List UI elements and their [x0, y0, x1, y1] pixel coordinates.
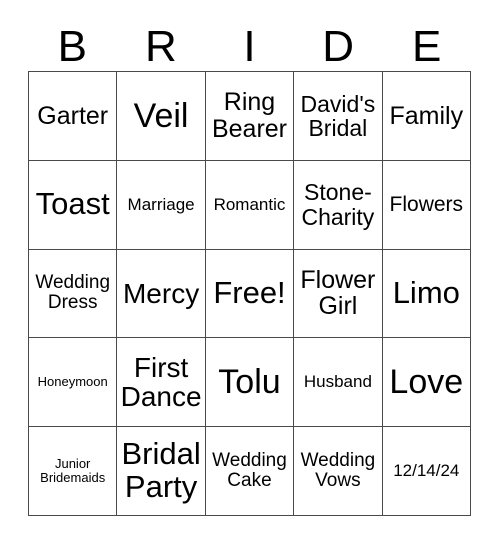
bingo-cell-r2c2[interactable]: Marriage	[117, 160, 206, 250]
bingo-cell-label: Wedding Cake	[212, 449, 287, 492]
bingo-cell-label: Flowers	[389, 192, 464, 216]
bingo-cell-label: Tolu	[218, 363, 281, 402]
bingo-cell-label: First Dance	[120, 351, 202, 413]
bingo-cell-label: Family	[389, 101, 464, 130]
bingo-cell-label: Romantic	[213, 194, 286, 214]
bingo-cell-label: Wedding Dress	[35, 272, 111, 314]
bingo-cell-r4c3[interactable]: Tolu	[205, 338, 295, 428]
bingo-cell-label: Husband	[303, 372, 372, 392]
bingo-cell-label: Mercy	[122, 277, 200, 309]
bingo-cell-label: Ring Bearer	[211, 88, 288, 143]
bingo-header-letter-i: I	[243, 22, 256, 71]
bingo-cell-label: Junior Bridemaids	[40, 456, 106, 486]
bingo-cell-label: Limo	[392, 275, 460, 311]
bingo-cell-label: Veil	[133, 96, 189, 135]
bingo-cell-label: David's Bridal	[300, 90, 376, 141]
bingo-cell-r2c4[interactable]: Stone- Charity	[294, 160, 383, 250]
bingo-header-letter-e: E	[411, 22, 442, 71]
bingo-cell-r4c4[interactable]: Husband	[294, 338, 383, 428]
bingo-cell-r1c5[interactable]: Family	[382, 72, 471, 161]
bingo-cell-r3c4[interactable]: Flower Girl	[294, 249, 383, 339]
bingo-cell-r1c3[interactable]: Ring Bearer	[205, 72, 295, 161]
bingo-cell-r5c2[interactable]: Bridal Party	[117, 427, 206, 516]
bingo-cell-r2c3[interactable]: Romantic	[205, 160, 295, 250]
bingo-header-row: B R I D E	[28, 18, 471, 71]
bingo-header-letter-b: B	[57, 22, 87, 71]
bingo-cell-free-space[interactable]: Free!	[205, 249, 295, 339]
bingo-cell-label: Toast	[35, 186, 110, 222]
bingo-cell-r3c5[interactable]: Limo	[382, 249, 471, 339]
bingo-cell-label: Stone- Charity	[301, 179, 375, 230]
bingo-free-space-label: Free!	[213, 275, 286, 311]
bingo-cell-r2c5[interactable]: Flowers	[382, 160, 471, 250]
bingo-cell-label: Love	[389, 363, 464, 402]
bingo-cell-r5c4[interactable]: Wedding Vows	[294, 427, 383, 516]
bingo-cell-r1c1[interactable]: Garter	[29, 72, 118, 161]
bingo-cell-r3c1[interactable]: Wedding Dress	[29, 249, 118, 339]
bingo-cell-r1c2[interactable]: Veil	[117, 72, 206, 161]
bingo-cell-label: 12/14/24	[393, 461, 460, 481]
bingo-card: B R I D E Garter Veil Ring Bearer David'…	[0, 0, 500, 544]
bingo-header-letter-r: R	[145, 22, 177, 71]
bingo-cell-r5c5[interactable]: 12/14/24	[382, 427, 471, 516]
bingo-cell-r5c3[interactable]: Wedding Cake	[205, 427, 295, 516]
bingo-cell-label: Marriage	[127, 194, 195, 214]
bingo-cell-r4c1[interactable]: Honeymoon	[29, 338, 118, 428]
bingo-cell-label: Garter	[37, 101, 109, 130]
bingo-grid: Garter Veil Ring Bearer David's Bridal F…	[28, 71, 471, 516]
bingo-cell-label: Honeymoon	[37, 374, 108, 390]
bingo-cell-r5c1[interactable]: Junior Bridemaids	[29, 427, 118, 516]
bingo-cell-r2c1[interactable]: Toast	[29, 160, 118, 250]
bingo-cell-r4c2[interactable]: First Dance	[117, 338, 206, 428]
bingo-cell-r1c4[interactable]: David's Bridal	[294, 72, 383, 161]
bingo-header-letter-d: D	[322, 22, 354, 71]
bingo-cell-label: Bridal Party	[121, 436, 201, 505]
bingo-cell-r3c2[interactable]: Mercy	[117, 249, 206, 339]
bingo-cell-label: Flower Girl	[300, 265, 376, 321]
bingo-cell-r4c5[interactable]: Love	[382, 338, 471, 428]
bingo-cell-label: Wedding Vows	[300, 449, 376, 492]
